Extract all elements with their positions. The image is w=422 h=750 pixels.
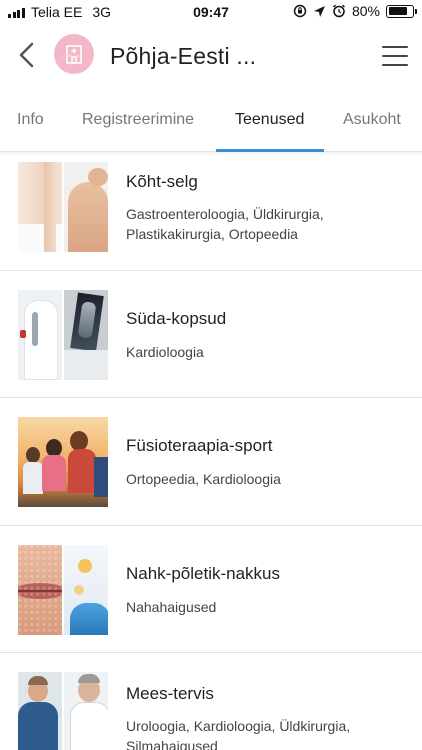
tab-registreerimine[interactable]: Registreerimine bbox=[82, 88, 194, 152]
hospital-logo bbox=[54, 34, 94, 74]
list-item-service[interactable]: Kõht-selg Gastroenteroloogia, Üldkirurgi… bbox=[0, 153, 422, 271]
battery-fill bbox=[388, 7, 407, 15]
active-tab-indicator bbox=[216, 149, 324, 152]
status-bar: Telia EE 3G 09:47 80% bbox=[0, 0, 422, 24]
service-specialties: Kardioloogia bbox=[126, 344, 204, 360]
service-title: Mees-tervis bbox=[126, 684, 214, 703]
service-specialties: Uroloogia, Kardioloogia, Üldkirurgia, Si… bbox=[126, 718, 351, 750]
battery-icon bbox=[386, 4, 417, 18]
menu-line bbox=[382, 55, 408, 57]
menu-line bbox=[382, 46, 408, 48]
tab-asukoht[interactable]: Asukoht bbox=[343, 88, 401, 152]
list-item-service[interactable]: Mees-tervis Uroloogia, Kardioloogia, Üld… bbox=[0, 653, 422, 750]
tab-info[interactable]: Info bbox=[17, 88, 44, 152]
alarm-icon bbox=[332, 4, 345, 18]
service-specialties: Gastroenteroloogia, Üldkirurgia, Plastik… bbox=[126, 206, 324, 242]
screen-lock-icon bbox=[293, 4, 307, 18]
service-thumbnail bbox=[18, 672, 108, 750]
service-thumbnail bbox=[18, 417, 108, 507]
page-title: Põhja-Eesti ... bbox=[110, 43, 257, 69]
service-thumbnail bbox=[18, 162, 108, 252]
list-item-service[interactable]: Süda-kopsud Kardioloogia bbox=[0, 271, 422, 398]
battery-percent: 80% bbox=[351, 3, 380, 19]
back-button[interactable] bbox=[14, 40, 42, 70]
service-title: Süda-kopsud bbox=[126, 309, 227, 328]
menu-line bbox=[382, 64, 408, 66]
location-icon bbox=[313, 5, 325, 17]
list-item-service[interactable]: Füsioteraapia-sport Ortopeedia, Kardiolo… bbox=[0, 398, 422, 526]
service-thumbnail bbox=[18, 290, 108, 380]
service-thumbnail bbox=[18, 545, 108, 635]
tab-bar: Info Registreerimine Teenused Asukoht bbox=[0, 88, 422, 152]
service-specialties: Nahahaigused bbox=[126, 599, 217, 615]
chevron-left-icon bbox=[19, 42, 34, 68]
service-title: Kõht-selg bbox=[126, 172, 198, 191]
status-right: 80% bbox=[287, 3, 417, 19]
service-list: Kõht-selg Gastroenteroloogia, Üldkirurgi… bbox=[0, 153, 422, 750]
hamburger-menu-button[interactable] bbox=[382, 46, 408, 68]
app-header: Põhja-Eesti ... bbox=[0, 24, 422, 88]
list-item-service[interactable]: Nahk-põletik-nakkus Nahahaigused bbox=[0, 526, 422, 653]
service-title: Nahk-põletik-nakkus bbox=[126, 564, 281, 583]
service-title: Füsioteraapia-sport bbox=[126, 436, 273, 455]
service-specialties: Ortopeedia, Kardioloogia bbox=[126, 471, 281, 487]
hospital-icon bbox=[66, 45, 82, 64]
tab-teenused[interactable]: Teenused bbox=[235, 88, 304, 152]
